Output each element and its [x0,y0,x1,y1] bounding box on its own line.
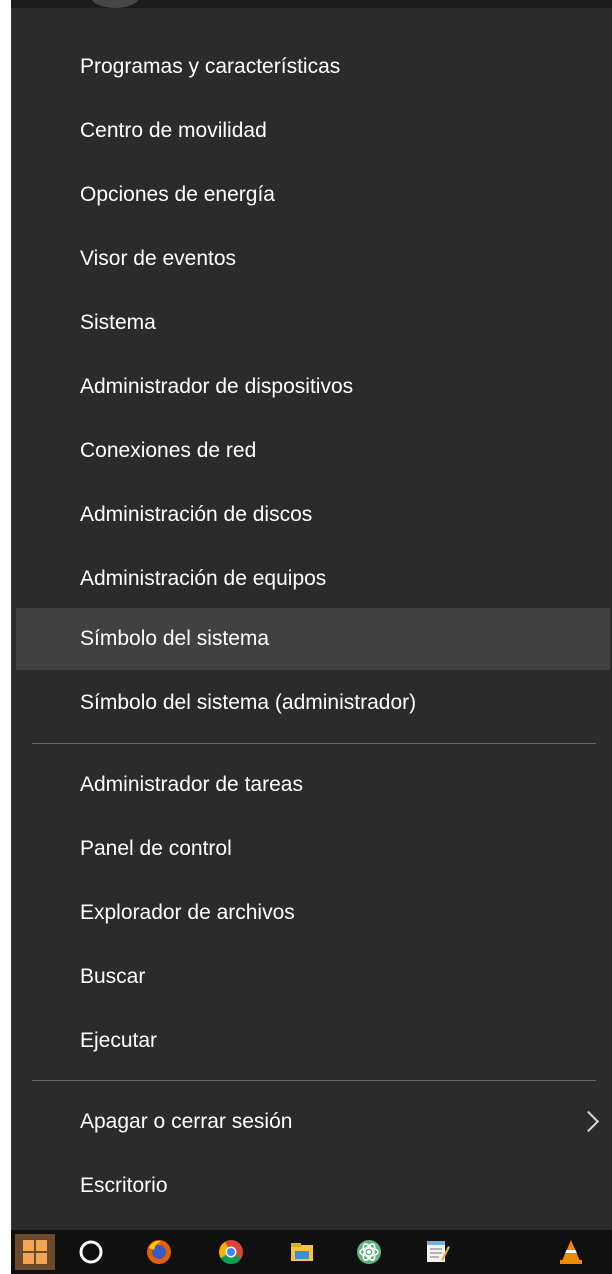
menu-item-label: Símbolo del sistema (administrador) [80,691,417,714]
menu-item-label: Ejecutar [80,1029,158,1052]
menu-item-shutdown-signout[interactable]: Apagar o cerrar sesión [16,1091,610,1153]
menu-item-file-explorer[interactable]: Explorador de archivos [16,882,610,944]
menu-item-command-prompt[interactable]: Símbolo del sistema [16,608,610,670]
menu-item-label: Panel de control [80,837,232,860]
chevron-right-icon [577,1110,600,1133]
menu-item-label: Centro de movilidad [80,119,267,142]
menu-item-label: Apagar o cerrar sesión [80,1110,293,1133]
menu-item-label: Buscar [80,965,146,988]
notepad-icon[interactable] [417,1234,457,1270]
menu-item-disk-management[interactable]: Administración de discos [16,484,610,546]
chrome-icon[interactable] [211,1234,251,1270]
menu-item-programs-features[interactable]: Programas y características [16,36,610,98]
background-avatar-fragment [91,0,139,8]
menu-item-label: Administración de equipos [80,567,327,590]
menu-item-control-panel[interactable]: Panel de control [16,818,610,880]
vlc-icon[interactable] [551,1234,591,1270]
menu-item-label: Símbolo del sistema [80,627,270,650]
menu-item-network-connections[interactable]: Conexiones de red [16,420,610,482]
taskbar [11,1230,612,1274]
menu-item-mobility-center[interactable]: Centro de movilidad [16,100,610,162]
menu-item-system[interactable]: Sistema [16,292,610,354]
menu-item-desktop[interactable]: Escritorio [16,1155,610,1217]
menu-item-task-manager[interactable]: Administrador de tareas [16,754,610,816]
menu-item-power-options[interactable]: Opciones de energía [16,164,610,226]
menu-item-command-prompt-admin[interactable]: Símbolo del sistema (administrador) [16,672,610,734]
menu-item-label: Conexiones de red [80,439,257,462]
menu-item-label: Administración de discos [80,503,313,526]
menu-item-search[interactable]: Buscar [16,946,610,1008]
menu-item-label: Explorador de archivos [80,901,295,924]
atom-icon[interactable] [349,1234,389,1270]
file-explorer-icon[interactable] [282,1234,322,1270]
menu-item-computer-management[interactable]: Administración de equipos [16,548,610,610]
menu-item-run[interactable]: Ejecutar [16,1010,610,1072]
menu-item-label: Visor de eventos [80,247,237,270]
menu-item-label: Escritorio [80,1174,168,1197]
windows-start-icon[interactable] [15,1234,55,1270]
menu-separator [32,743,596,744]
menu-item-label: Sistema [80,311,156,334]
menu-item-label: Programas y características [80,55,341,78]
menu-item-label: Administrador de tareas [80,773,303,796]
menu-item-event-viewer[interactable]: Visor de eventos [16,228,610,290]
menu-separator [32,1080,596,1081]
winx-context-menu: Programas y características Centro de mo… [11,8,612,1230]
menu-item-label: Administrador de dispositivos [80,375,354,398]
cortana-search-icon[interactable] [71,1234,111,1270]
menu-item-device-manager[interactable]: Administrador de dispositivos [16,356,610,418]
menu-item-label: Opciones de energía [80,183,275,206]
firefox-icon[interactable] [139,1234,179,1270]
